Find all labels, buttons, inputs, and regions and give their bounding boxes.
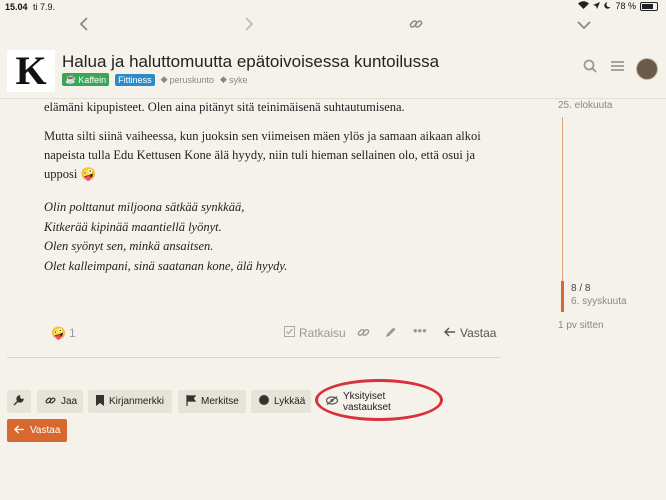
category-badge-kaffein[interactable]: ☕ Kaffein [62, 73, 110, 86]
category-badge-fittiness[interactable]: Fittiness [115, 73, 155, 86]
status-date: ti 7.9. [33, 2, 56, 12]
reaction-emoji[interactable]: 🤪 [51, 326, 66, 340]
topic-header: K Halua ja haluttomuutta epätoivoisessa … [0, 42, 666, 99]
battery-icon [640, 1, 658, 11]
battery-percent: 78 % [615, 1, 636, 11]
timeline-ago[interactable]: 1 pv sitten [558, 320, 604, 331]
flag-icon [186, 394, 197, 409]
tag-icon: ◆ [160, 74, 168, 84]
share-button[interactable]: Jaa [37, 390, 83, 413]
bookmark-icon [96, 394, 104, 409]
post-poem: Olin polttanut miljoona sätkää synkkää, … [44, 198, 504, 276]
timeline-position: 8 / 8 [571, 283, 591, 294]
bookmark-button[interactable]: Kirjanmerkki [88, 390, 172, 413]
poem-line: Olen syönyt sen, minkä ansaitsen. [44, 239, 214, 253]
ios-status-bar: 15.04 ti 7.9. 78 % [0, 0, 666, 14]
circle-icon [259, 395, 269, 408]
tag-syke[interactable]: ◆ syke [220, 74, 247, 85]
solution-button[interactable]: Ratkaisu [284, 326, 346, 340]
site-logo[interactable]: K [7, 50, 55, 92]
link-icon[interactable] [409, 17, 423, 36]
wrench-icon [13, 394, 24, 409]
poem-line: Olin polttanut miljoona sätkää synkkää, [44, 200, 245, 214]
wifi-icon [578, 1, 590, 11]
back-chevron-icon[interactable] [79, 17, 88, 36]
topic-tags: ☕ Kaffein Fittiness ◆ peruskunto ◆ syke [62, 73, 247, 86]
link-icon[interactable] [357, 326, 370, 342]
checkbox-icon [284, 326, 295, 340]
chevron-down-icon[interactable] [577, 17, 591, 35]
timeline-handle[interactable] [561, 281, 564, 312]
reply-button[interactable]: Vastaa [7, 419, 67, 442]
poem-line: Kitkerää kipinää maantiellä lyönyt. [44, 219, 222, 234]
link-icon [45, 395, 56, 409]
status-indicators: 78 % [578, 1, 658, 11]
tag-icon: ◆ [220, 74, 227, 84]
admin-wrench-button[interactable] [7, 390, 31, 413]
reply-arrow-icon [444, 326, 456, 340]
flag-button[interactable]: Merkitse [178, 390, 246, 413]
forward-chevron-icon[interactable] [245, 17, 254, 36]
highlight-annotation-ring [315, 379, 443, 421]
status-time: 15.04 [5, 2, 28, 12]
search-icon[interactable] [583, 59, 597, 76]
post-paragraph: elämäni kipupisteet. Olen aina pitänyt s… [44, 100, 405, 114]
timeline-start-date[interactable]: 25. elokuuta [558, 100, 613, 111]
divider [7, 357, 500, 358]
more-dots-icon[interactable]: ••• [413, 323, 427, 338]
location-icon [593, 1, 601, 11]
post-actions: 🤪 1 Ratkaisu ••• Vastaa [44, 322, 500, 344]
hamburger-menu-icon[interactable] [611, 59, 624, 75]
reply-arrow-icon [14, 424, 25, 437]
timeline-track[interactable] [562, 117, 563, 281]
post-content: elämäni kipupisteet. Olen aina pitänyt s… [44, 98, 504, 276]
defer-button[interactable]: Lykkää [251, 390, 311, 413]
user-avatar[interactable] [636, 58, 658, 80]
browser-toolbar [0, 14, 666, 38]
tag-peruskunto[interactable]: ◆ peruskunto [161, 74, 214, 85]
pencil-icon[interactable] [385, 326, 397, 341]
post-paragraph: Mutta silti siinä vaiheessa, kun juoksin… [44, 129, 481, 181]
reaction-count[interactable]: 1 [69, 326, 76, 340]
topic-title[interactable]: Halua ja haluttomuutta epätoivoisessa ku… [62, 52, 439, 72]
emoji-zany-face: 🤪 [80, 167, 97, 181]
coffee-icon: ☕ [65, 74, 77, 84]
poem-line: Olet kalleimpani, sinä saatanan kone, äl… [44, 258, 288, 273]
timeline-current-date: 6. syyskuuta [571, 296, 627, 307]
post-reply-button[interactable]: Vastaa [444, 326, 496, 340]
moon-icon [604, 1, 613, 11]
